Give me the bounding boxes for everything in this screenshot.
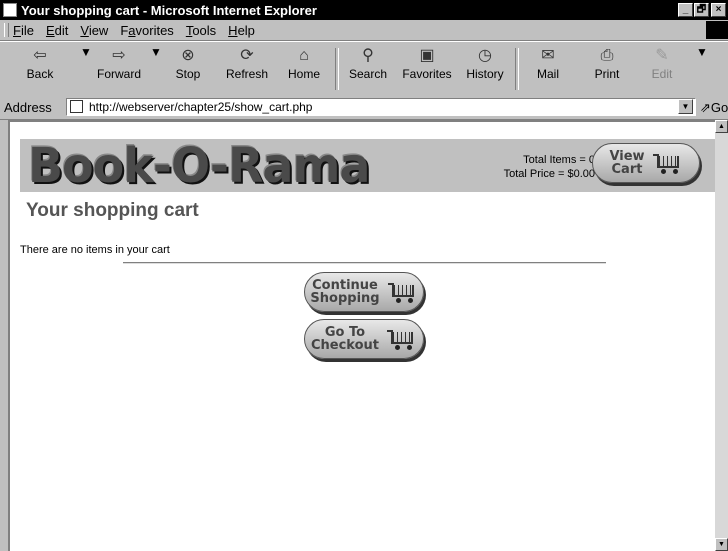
cart-totals: Total Items = 0 Total Price = $0.00 xyxy=(504,153,595,181)
home-icon: ⌂ xyxy=(299,47,309,64)
menu-edit[interactable]: Edit xyxy=(46,23,68,38)
view-cart-button[interactable]: View Cart xyxy=(592,143,700,183)
continue-shopping-button[interactable]: Continue Shopping xyxy=(304,272,424,312)
menubar-grip[interactable] xyxy=(4,23,9,37)
print-button[interactable]: ⎙ Print xyxy=(588,45,626,91)
cart-icon xyxy=(387,281,418,303)
address-dropdown-button[interactable]: ▼ xyxy=(678,99,693,114)
close-button[interactable]: × xyxy=(711,3,726,17)
menu-tools[interactable]: Tools xyxy=(186,23,216,38)
mail-icon: ✉ xyxy=(541,47,555,64)
printer-icon: ⎙ xyxy=(600,47,614,64)
scroll-up-icon[interactable]: ▲ xyxy=(715,120,728,133)
home-button[interactable]: ⌂ Home xyxy=(283,45,325,91)
address-bar: Address http://webserver/chapter25/show_… xyxy=(0,96,728,120)
divider xyxy=(123,262,606,264)
back-arrow-icon: ⇦ xyxy=(33,47,47,64)
site-banner: Book-O-Rama Total Items = 0 Total Price … xyxy=(20,137,715,194)
refresh-button[interactable]: ⟳ Refresh xyxy=(222,45,272,91)
address-url: http://webserver/chapter25/show_cart.php xyxy=(89,100,313,114)
windows-logo-icon xyxy=(706,21,728,39)
menu-view[interactable]: View xyxy=(80,23,108,38)
menu-bar: File Edit View Favorites Tools Help xyxy=(0,20,728,41)
menu-favorites[interactable]: Favorites xyxy=(120,23,173,38)
checkout-button[interactable]: Go To Checkout xyxy=(304,319,424,359)
page-icon xyxy=(70,100,83,113)
cart-icon xyxy=(652,152,683,174)
toolbar-separator xyxy=(335,48,339,90)
total-price: Total Price = $0.00 xyxy=(503,168,595,180)
address-input[interactable]: http://webserver/chapter25/show_cart.php xyxy=(66,98,696,116)
toolbar: ⇦ Back ▼ ⇨ Forward ▼ ⊗ Stop ⟳ Refresh ⌂ Home … xyxy=(0,41,728,97)
minimize-button[interactable]: _ xyxy=(678,3,693,17)
back-button[interactable]: ⇦ Back xyxy=(18,45,62,91)
page-content: Book-O-Rama Total Items = 0 Total Price … xyxy=(8,120,715,551)
vertical-scrollbar[interactable]: ▲ ▼ xyxy=(715,120,728,551)
address-label: Address xyxy=(4,100,52,115)
toolbar-overflow-icon[interactable]: ▼ xyxy=(696,45,708,91)
forward-arrow-icon: ⇨ xyxy=(112,47,126,64)
title-bar[interactable]: Your shopping cart - Microsoft Internet … xyxy=(0,0,728,20)
site-logo[interactable]: Book-O-Rama xyxy=(28,137,370,194)
menu-file[interactable]: File xyxy=(13,23,34,38)
edit-button[interactable]: ✎ Edit xyxy=(644,45,680,91)
search-button[interactable]: ⚲ Search xyxy=(344,45,392,91)
go-button[interactable]: ⇗Go xyxy=(700,100,728,116)
stop-button[interactable]: ⊗ Stop xyxy=(168,45,208,91)
stop-icon: ⊗ xyxy=(181,47,195,64)
history-button[interactable]: ◷ History xyxy=(462,45,508,91)
search-icon: ⚲ xyxy=(362,47,374,64)
total-items: Total Items = 0 xyxy=(523,154,595,166)
go-arrow-icon: ⇗ xyxy=(700,100,711,115)
favorites-button[interactable]: ▣ Favorites xyxy=(398,45,456,91)
forward-dropdown-icon[interactable]: ▼ xyxy=(150,45,162,91)
forward-button[interactable]: ⇨ Forward xyxy=(90,45,148,91)
history-icon: ◷ xyxy=(478,47,492,64)
toolbar-separator xyxy=(515,48,519,90)
mail-button[interactable]: ✉ Mail xyxy=(528,45,568,91)
cart-icon xyxy=(387,328,417,350)
browser-window: Your shopping cart - Microsoft Internet … xyxy=(0,0,728,551)
ie-icon xyxy=(3,3,17,17)
empty-cart-message: There are no items in your cart xyxy=(20,244,170,256)
favorites-folder-icon: ▣ xyxy=(419,47,435,64)
page-title: Your shopping cart xyxy=(26,200,199,221)
maximize-button[interactable]: 🗗 xyxy=(694,3,709,17)
scroll-down-icon[interactable]: ▼ xyxy=(715,538,728,551)
window-title: Your shopping cart - Microsoft Internet … xyxy=(21,2,317,18)
refresh-icon: ⟳ xyxy=(240,47,254,64)
edit-icon: ✎ xyxy=(655,47,669,64)
menu-help[interactable]: Help xyxy=(228,23,255,38)
